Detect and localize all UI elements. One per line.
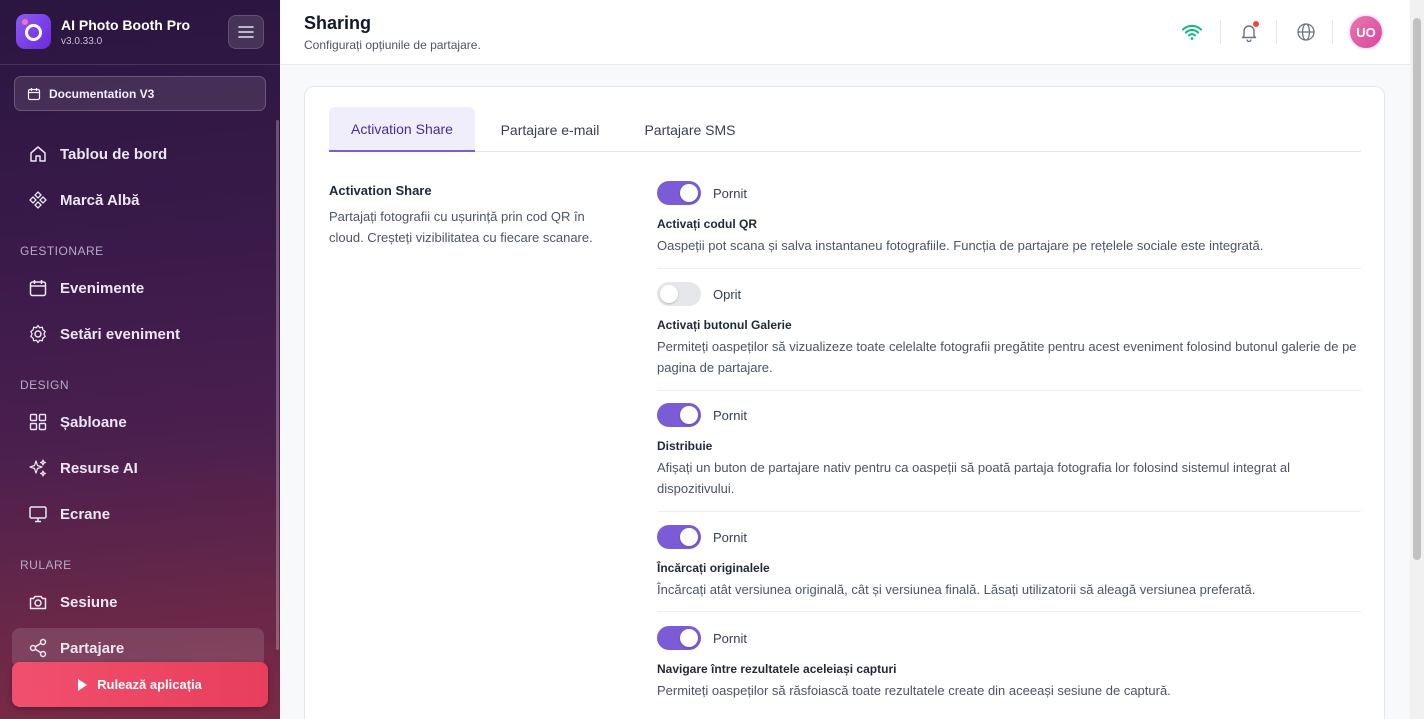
section-title: Activation Share	[329, 183, 432, 198]
section-intro: Activation Share Partajați fotografii cu…	[329, 183, 619, 248]
toggle-state: Pornit	[713, 529, 747, 545]
setting-description: Afișați un buton de partajare nativ pent…	[657, 460, 1291, 496]
page-subtitle: Configurați opțiunile de partajare.	[304, 38, 481, 52]
sidebar-item-label: Resurse AI	[60, 459, 138, 477]
run-app-button[interactable]: Rulează aplicația	[12, 662, 268, 707]
qr-code-toggle[interactable]	[657, 181, 701, 205]
sidebar-item-ai-resources[interactable]: Resurse AI	[12, 448, 264, 488]
setting-title: Distribuie	[657, 439, 713, 453]
sidebar-item-label: Tablou de bord	[60, 145, 168, 163]
sidebar-item-events[interactable]: Evenimente	[12, 268, 264, 308]
app-version: v3.0.33.0	[61, 35, 103, 47]
calendar-icon	[27, 87, 41, 100]
setting-divider	[657, 390, 1361, 391]
sidebar-scrollbar[interactable]	[276, 120, 279, 650]
sidebar: AI Photo Booth Pro v3.0.33.0 Documentati…	[0, 0, 280, 719]
setting-title: Activați butonul Galerie	[657, 318, 792, 332]
section-label-design: DESIGN	[20, 378, 70, 392]
gallery-button-toggle[interactable]	[657, 282, 701, 306]
tab-activation-share[interactable]: Activation Share	[329, 107, 475, 152]
sharing-tabs: Activation Share Partajare e-mail Partaj…	[329, 107, 1361, 152]
notification-badge	[1253, 21, 1259, 27]
menu-toggle-button[interactable]	[228, 15, 264, 49]
header-divider	[1332, 20, 1333, 44]
sidebar-item-label: Sesiune	[60, 593, 118, 611]
header-divider	[1220, 20, 1221, 44]
setting-navigate-results: Pornit Navigare între rezultatele acelei…	[657, 626, 1361, 701]
share-icon	[29, 638, 47, 658]
setting-divider	[657, 611, 1361, 612]
toggle-state: Pornit	[713, 407, 747, 423]
toggle-state: Oprit	[713, 286, 742, 302]
sidebar-divider	[0, 64, 280, 65]
sharing-card: Activation Share Partajare e-mail Partaj…	[304, 86, 1385, 719]
sidebar-item-label: Ecrane	[60, 505, 111, 523]
documentation-button[interactable]: Documentation V3	[14, 76, 266, 111]
sidebar-item-label: Evenimente	[60, 279, 145, 297]
globe-icon	[1297, 23, 1315, 41]
setting-native-share: Pornit Distribuie Afișați un buton de pa…	[657, 403, 1361, 499]
setting-qr-code: Pornit Activați codul QR Oaspeții pot sc…	[657, 181, 1361, 256]
sidebar-item-event-settings[interactable]: Setări eveniment	[12, 314, 264, 354]
calendar-icon	[29, 280, 47, 297]
wifi-status-icon[interactable]	[1180, 20, 1204, 44]
navigate-results-toggle[interactable]	[657, 626, 701, 650]
section-label-run: RULARE	[20, 558, 72, 572]
setting-description: Permiteți oaspeților să răsfoiască toate…	[657, 683, 1171, 698]
setting-divider	[657, 268, 1361, 269]
components-icon	[29, 191, 47, 209]
top-header: Sharing Configurați opțiunile de partaja…	[280, 0, 1410, 65]
setting-gallery-button: Oprit Activați butonul Galerie Permiteți…	[657, 282, 1361, 378]
gear-icon	[30, 324, 46, 344]
brand[interactable]: AI Photo Booth Pro v3.0.33.0	[16, 14, 190, 49]
monitor-icon	[29, 506, 47, 523]
app-logo-icon	[16, 14, 51, 49]
toggle-state: Pornit	[713, 630, 747, 646]
run-app-label: Rulează aplicația	[97, 677, 202, 692]
setting-description: Oaspeții pot scana și salva instantaneu …	[657, 238, 1264, 253]
app-name: AI Photo Booth Pro	[61, 16, 191, 33]
sidebar-item-label: Setări eveniment	[60, 325, 181, 343]
setting-description: Încărcați atât versiunea originală, cât …	[657, 582, 1256, 597]
sidebar-item-screens[interactable]: Ecrane	[12, 494, 264, 534]
page-scrollbar[interactable]	[1410, 0, 1424, 719]
language-button[interactable]	[1294, 20, 1318, 44]
upload-originals-toggle[interactable]	[657, 525, 701, 549]
grid-icon	[29, 413, 47, 431]
sidebar-item-white-label[interactable]: Marcă Albă	[12, 180, 264, 220]
notifications-button[interactable]	[1237, 20, 1261, 44]
sidebar-item-templates[interactable]: Șabloane	[12, 402, 264, 442]
documentation-label: Documentation V3	[49, 86, 155, 101]
setting-divider	[657, 511, 1361, 512]
page-title: Sharing	[304, 13, 372, 33]
setting-description: Permiteți oaspeților să vizualizeze toat…	[657, 339, 1357, 375]
header-divider	[1276, 20, 1277, 44]
toggle-state: Pornit	[713, 185, 747, 201]
play-icon	[78, 678, 88, 691]
sidebar-item-label: Partajare	[60, 639, 125, 657]
sparkles-icon	[29, 459, 47, 477]
camera-icon	[29, 595, 47, 610]
setting-title: Navigare între rezultatele aceleiași cap…	[657, 662, 897, 676]
home-icon	[30, 146, 46, 162]
sidebar-item-label: Șabloane	[60, 413, 127, 431]
sidebar-item-session[interactable]: Sesiune	[12, 582, 264, 622]
section-label-manage: GESTIONARE	[20, 244, 104, 258]
tab-sms-sharing[interactable]: Partajare SMS	[625, 107, 755, 152]
tab-email-sharing[interactable]: Partajare e-mail	[479, 107, 621, 152]
setting-upload-originals: Pornit Încărcați originalele Încărcați a…	[657, 525, 1361, 600]
setting-title: Încărcați originalele	[657, 561, 770, 575]
sidebar-item-dashboard[interactable]: Tablou de bord	[12, 134, 264, 174]
sidebar-item-label: Marcă Albă	[60, 191, 140, 209]
section-description: Partajați fotografii cu ușurință prin co…	[329, 209, 593, 245]
user-avatar[interactable]: UO	[1348, 14, 1384, 50]
native-share-toggle[interactable]	[657, 403, 701, 427]
setting-title: Activați codul QR	[657, 217, 758, 231]
hamburger-icon	[238, 26, 254, 38]
page-scrollbar-thumb[interactable]	[1413, 18, 1421, 560]
